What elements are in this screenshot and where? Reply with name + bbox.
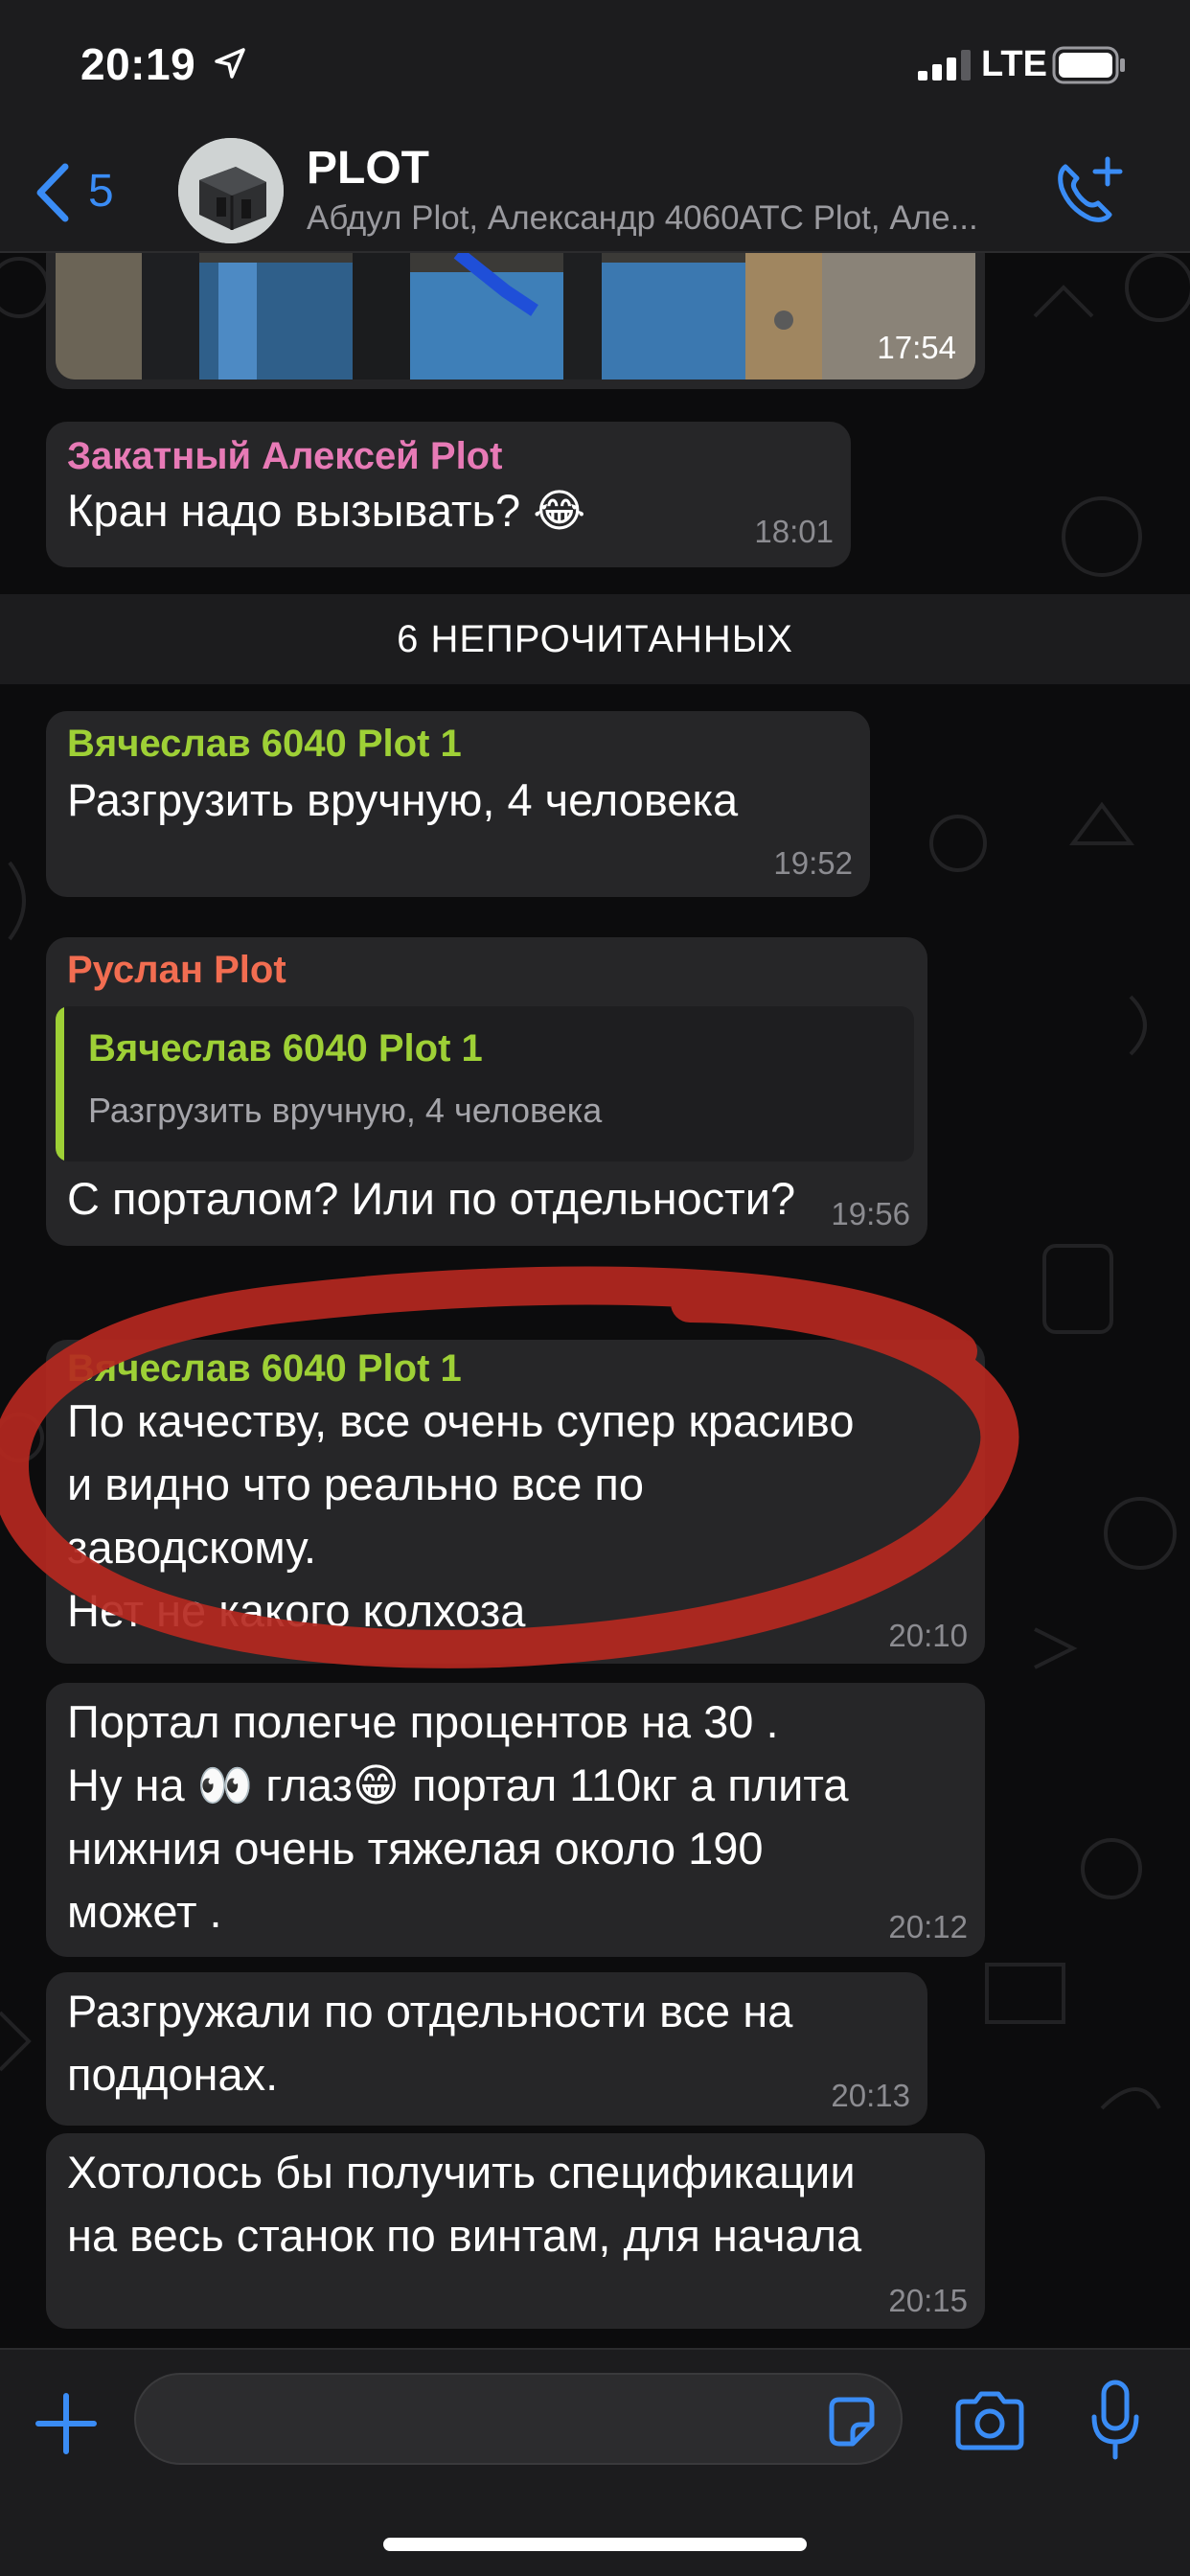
- sticker-icon[interactable]: [824, 2394, 880, 2450]
- chevron-left-icon: [36, 163, 69, 222]
- message-sender[interactable]: Вячеслав 6040 Plot 1: [67, 1347, 462, 1391]
- reply-accent-bar: [56, 1006, 64, 1162]
- message-bubble[interactable]: Хотолось бы получить спецификации на вес…: [46, 2133, 985, 2329]
- location-arrow-icon: [215, 48, 245, 79]
- message-bubble[interactable]: Руслан Plot Вячеслав 6040 Plot 1 Разгруз…: [46, 937, 927, 1246]
- home-indicator: [383, 2538, 807, 2551]
- plus-icon[interactable]: [33, 2390, 100, 2457]
- message-bubble[interactable]: Вячеслав 6040 Plot 1 По качеству, все оч…: [46, 1340, 985, 1664]
- chat-title[interactable]: PLOT: [307, 142, 429, 195]
- back-button[interactable]: 5: [33, 157, 128, 224]
- chat-header: 5 PLOT Абдул Plot, Александр 4060АТС Plo…: [0, 134, 1190, 253]
- message-time: 20:15: [888, 2283, 968, 2318]
- message-input-bar: [0, 2348, 1190, 2576]
- unread-messages-divider: 6 НЕПРОЧИТАННЫХ: [0, 594, 1190, 684]
- chat-members[interactable]: Абдул Plot, Александр 4060АТС Plot, Але.…: [307, 199, 1035, 238]
- message-time: 20:13: [831, 2078, 910, 2113]
- message-time: 18:01: [754, 514, 834, 549]
- status-time: 20:19: [80, 39, 196, 89]
- quoted-reply[interactable]: Вячеслав 6040 Plot 1 Разгрузить вручную,…: [56, 1006, 914, 1162]
- message-text: Кран надо вызывать? 😂: [67, 485, 586, 536]
- microphone-icon[interactable]: [1088, 2379, 1142, 2461]
- cellular-signal-icon: [918, 50, 971, 80]
- message-time: 20:12: [888, 1909, 968, 1944]
- message-text: С порталом? Или по отдельности?: [67, 1173, 796, 1224]
- message-list[interactable]: 17:54 Закатный Алексей Plot Кран надо вы…: [0, 253, 1190, 2348]
- message-text: Хотолось бы получить спецификации на вес…: [67, 2147, 862, 2261]
- message-bubble[interactable]: Разгружали по отдельности все на поддона…: [46, 1972, 927, 2126]
- message-time: 17:54: [877, 330, 956, 365]
- message-bubble[interactable]: Закатный Алексей Plot Кран надо вызывать…: [46, 422, 851, 567]
- network-type: LTE: [981, 44, 1047, 84]
- photo[interactable]: 17:54: [56, 253, 975, 380]
- message-bubble[interactable]: Вячеслав 6040 Plot 1 Разгрузить вручную,…: [46, 711, 870, 897]
- quoted-sender: Вячеслав 6040 Plot 1: [88, 1027, 483, 1070]
- group-avatar[interactable]: [178, 138, 284, 243]
- message-sender[interactable]: Закатный Алексей Plot: [67, 435, 502, 478]
- battery-icon: [1052, 46, 1125, 84]
- message-sender[interactable]: Руслан Plot: [67, 949, 286, 992]
- unread-chats-count: 5: [88, 166, 114, 217]
- cnc-part-image: [178, 138, 284, 243]
- message-time: 20:10: [888, 1618, 968, 1653]
- photo-message[interactable]: 17:54: [46, 253, 985, 389]
- phone-plus-icon[interactable]: [1052, 153, 1129, 230]
- message-input[interactable]: [134, 2373, 903, 2465]
- message-time: 19:56: [831, 1196, 910, 1231]
- status-bar: 20:19 LTE: [0, 0, 1190, 134]
- message-sender[interactable]: Вячеслав 6040 Plot 1: [67, 723, 462, 766]
- message-text: Разгружали по отдельности все на поддона…: [67, 1986, 793, 2100]
- quoted-text: Разгрузить вручную, 4 человека: [88, 1091, 603, 1130]
- message-text: Портал полегче процентов на 30 . Ну на 👀…: [67, 1696, 849, 1937]
- cnc-parts-photo: [56, 253, 975, 380]
- camera-icon[interactable]: [952, 2388, 1027, 2453]
- message-text: Разгрузить вручную, 4 человека: [67, 774, 739, 825]
- message-bubble[interactable]: Портал полегче процентов на 30 . Ну на 👀…: [46, 1683, 985, 1957]
- message-text: По качеству, все очень супер красиво и в…: [67, 1395, 855, 1636]
- message-time: 19:52: [773, 845, 853, 881]
